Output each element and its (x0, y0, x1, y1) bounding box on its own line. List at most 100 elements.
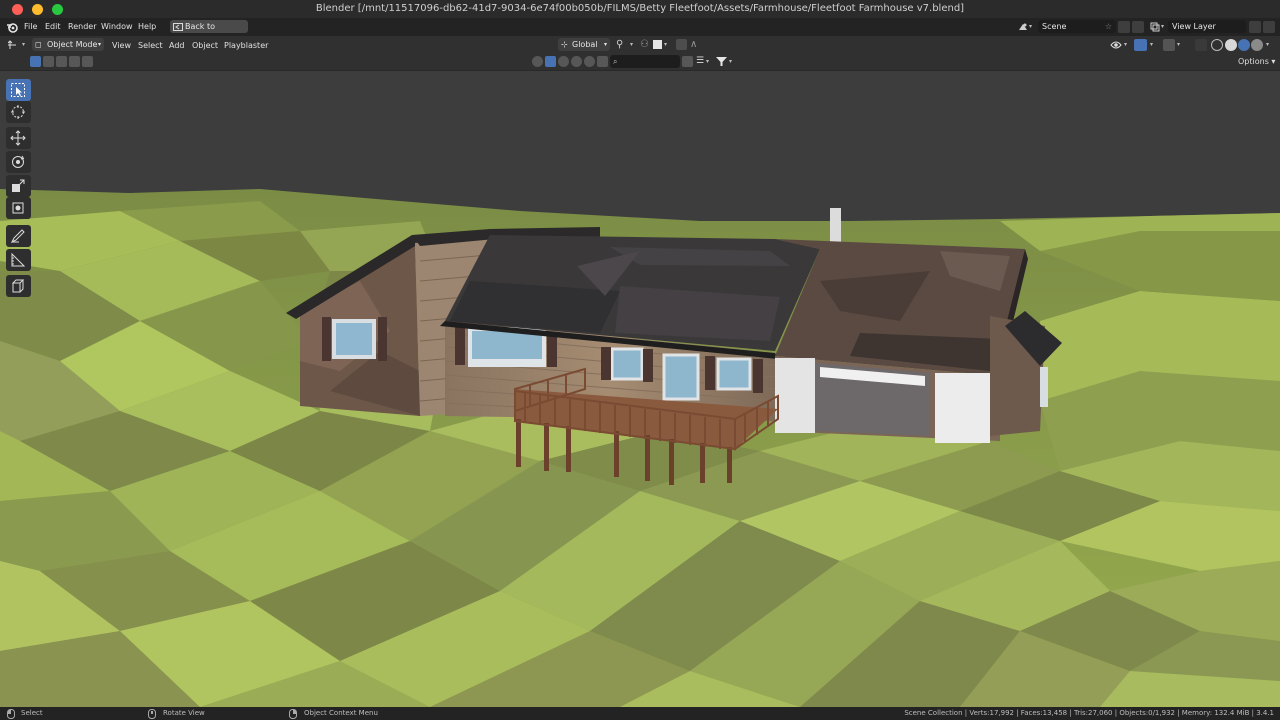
filter-curve-icon[interactable] (558, 56, 569, 67)
tool-cursor[interactable] (6, 101, 31, 123)
falloff-icon[interactable]: ∧ (690, 39, 697, 50)
select-mode-new-icon[interactable] (30, 56, 41, 67)
object-mode-icon: ◻ (35, 40, 42, 49)
select-mode-extend-icon[interactable] (43, 56, 54, 67)
filter-camera-icon[interactable] (584, 56, 595, 67)
transform-icon (12, 202, 24, 214)
delete-view-layer-icon[interactable] (1263, 21, 1275, 33)
object-search-input[interactable]: ⌕ (610, 55, 680, 68)
viewport-header: ▾ ◻ Object Mode ▾ View Select Add Object… (0, 36, 1280, 54)
new-scene-icon[interactable] (1118, 21, 1130, 33)
add-cube-icon (11, 279, 25, 293)
filter-light-icon[interactable] (571, 56, 582, 67)
scene-statistics: Scene Collection | Verts:17,992 | Faces:… (904, 709, 1274, 717)
chevron-down-icon[interactable]: ▾ (729, 58, 732, 65)
select-mode-invert-icon[interactable] (69, 56, 80, 67)
snap-icon[interactable]: ⚇ (640, 39, 649, 50)
mode-selector[interactable]: ◻ Object Mode ▾ (32, 38, 104, 51)
new-view-layer-icon[interactable] (1249, 21, 1261, 33)
tool-transform[interactable] (6, 197, 31, 219)
menu-add[interactable]: Add (169, 41, 185, 50)
chevron-down-icon[interactable]: ▾ (1266, 41, 1269, 48)
view-layer-icon[interactable] (1150, 22, 1160, 32)
options-dropdown[interactable]: Options ▾ (1238, 57, 1275, 66)
tool-annotate[interactable] (6, 225, 31, 247)
menu-select[interactable]: Select (138, 41, 163, 50)
cursor-icon (11, 105, 25, 119)
select-box-icon (11, 83, 25, 97)
list-options-icon[interactable]: ☰ (696, 56, 704, 66)
orientation-icon: ⊹ (561, 40, 568, 49)
rendered-shading-icon[interactable] (1251, 39, 1263, 51)
menu-edit[interactable]: Edit (45, 22, 61, 31)
scene-icon[interactable] (1018, 22, 1028, 32)
filter-other-icon[interactable] (597, 56, 608, 67)
3d-viewport[interactable] (0, 71, 1280, 707)
visibility-icon[interactable] (1110, 40, 1122, 50)
tool-measure[interactable] (6, 249, 31, 271)
tool-scale[interactable] (6, 175, 31, 197)
filter-icon[interactable] (716, 56, 727, 67)
options-label: Options (1238, 57, 1269, 66)
menu-file[interactable]: File (24, 22, 37, 31)
sort-icon[interactable] (682, 56, 693, 67)
chevron-down-icon[interactable]: ▾ (1177, 41, 1180, 48)
status-right-hint: Object Context Menu (304, 709, 378, 717)
proportional-editing-icon[interactable] (676, 39, 687, 50)
pin-icon[interactable]: ☆ (1105, 20, 1112, 33)
scale-icon (12, 179, 25, 192)
chevron-down-icon[interactable]: ▾ (22, 41, 25, 48)
select-mode-subtract-icon[interactable] (56, 56, 67, 67)
solid-shading-icon[interactable] (1225, 39, 1237, 51)
status-middle-hint: Rotate View (163, 709, 205, 717)
menu-view[interactable]: View (112, 41, 131, 50)
menu-help[interactable]: Help (138, 22, 156, 31)
menu-render[interactable]: Render (68, 22, 96, 31)
measure-ruler-icon (11, 252, 26, 267)
chevron-down-icon[interactable]: ▾ (706, 58, 709, 65)
overlays-toggle-icon[interactable] (1163, 39, 1175, 51)
filter-all-icon[interactable] (532, 56, 543, 67)
scene-selector-field[interactable]: Scene ☆ (1038, 20, 1116, 33)
filter-mesh-icon[interactable] (545, 56, 556, 67)
menu-object[interactable]: Object (192, 41, 218, 50)
tool-rotate[interactable] (6, 151, 31, 173)
editor-type-icon[interactable] (8, 40, 22, 50)
chevron-down-icon: ▾ (603, 41, 607, 48)
gizmo-toggle-icon[interactable] (1134, 39, 1147, 51)
tool-select-box[interactable] (6, 79, 31, 101)
chevron-down-icon[interactable]: ▾ (1124, 41, 1127, 48)
tool-settings-header: ⌕ ☰ ▾ ▾ Options ▾ (0, 54, 1280, 71)
right-mouse-icon (289, 709, 297, 719)
tool-move[interactable] (6, 127, 31, 149)
material-preview-shading-icon[interactable] (1238, 39, 1250, 51)
window-titlebar: Blender [/mnt/11517096-db62-41d7-9034-6e… (0, 0, 1280, 19)
move-icon (10, 130, 26, 146)
xray-toggle-icon[interactable] (1195, 39, 1207, 51)
view-layer-field[interactable]: View Layer (1168, 20, 1246, 33)
screen-icon (173, 23, 183, 31)
menu-window[interactable]: Window (101, 22, 133, 31)
tool-add-cube[interactable] (6, 275, 31, 297)
chevron-down-icon[interactable]: ▾ (630, 41, 633, 48)
pivot-point-icon[interactable]: ⚲ (616, 39, 623, 50)
back-to-previous-button[interactable]: Back to Previous (170, 20, 248, 44)
scene-name: Scene (1042, 22, 1067, 31)
middle-mouse-icon (148, 709, 156, 719)
view-layer-name: View Layer (1172, 22, 1216, 31)
chevron-down-icon[interactable]: ▾ (1161, 23, 1164, 30)
chevron-down-icon[interactable]: ▾ (1029, 23, 1032, 30)
menu-playblaster[interactable]: Playblaster (224, 41, 268, 50)
chevron-down-icon[interactable]: ▾ (664, 41, 667, 48)
snap-target-icon[interactable] (653, 40, 662, 49)
chevron-down-icon[interactable]: ▾ (1150, 41, 1153, 48)
wireframe-shading-icon[interactable] (1211, 39, 1223, 51)
chevron-down-icon: ▾ (97, 41, 101, 48)
select-mode-intersect-icon[interactable] (82, 56, 93, 67)
blender-logo-icon[interactable] (6, 22, 18, 33)
delete-scene-icon[interactable] (1132, 21, 1144, 33)
mode-label: Object Mode (47, 40, 98, 49)
status-bar: Select Rotate View Object Context Menu S… (0, 707, 1280, 720)
top-menubar: File Edit Render Window Help Back to Pre… (0, 18, 1280, 44)
transform-orientation-selector[interactable]: ⊹ Global ▾ (558, 38, 610, 51)
